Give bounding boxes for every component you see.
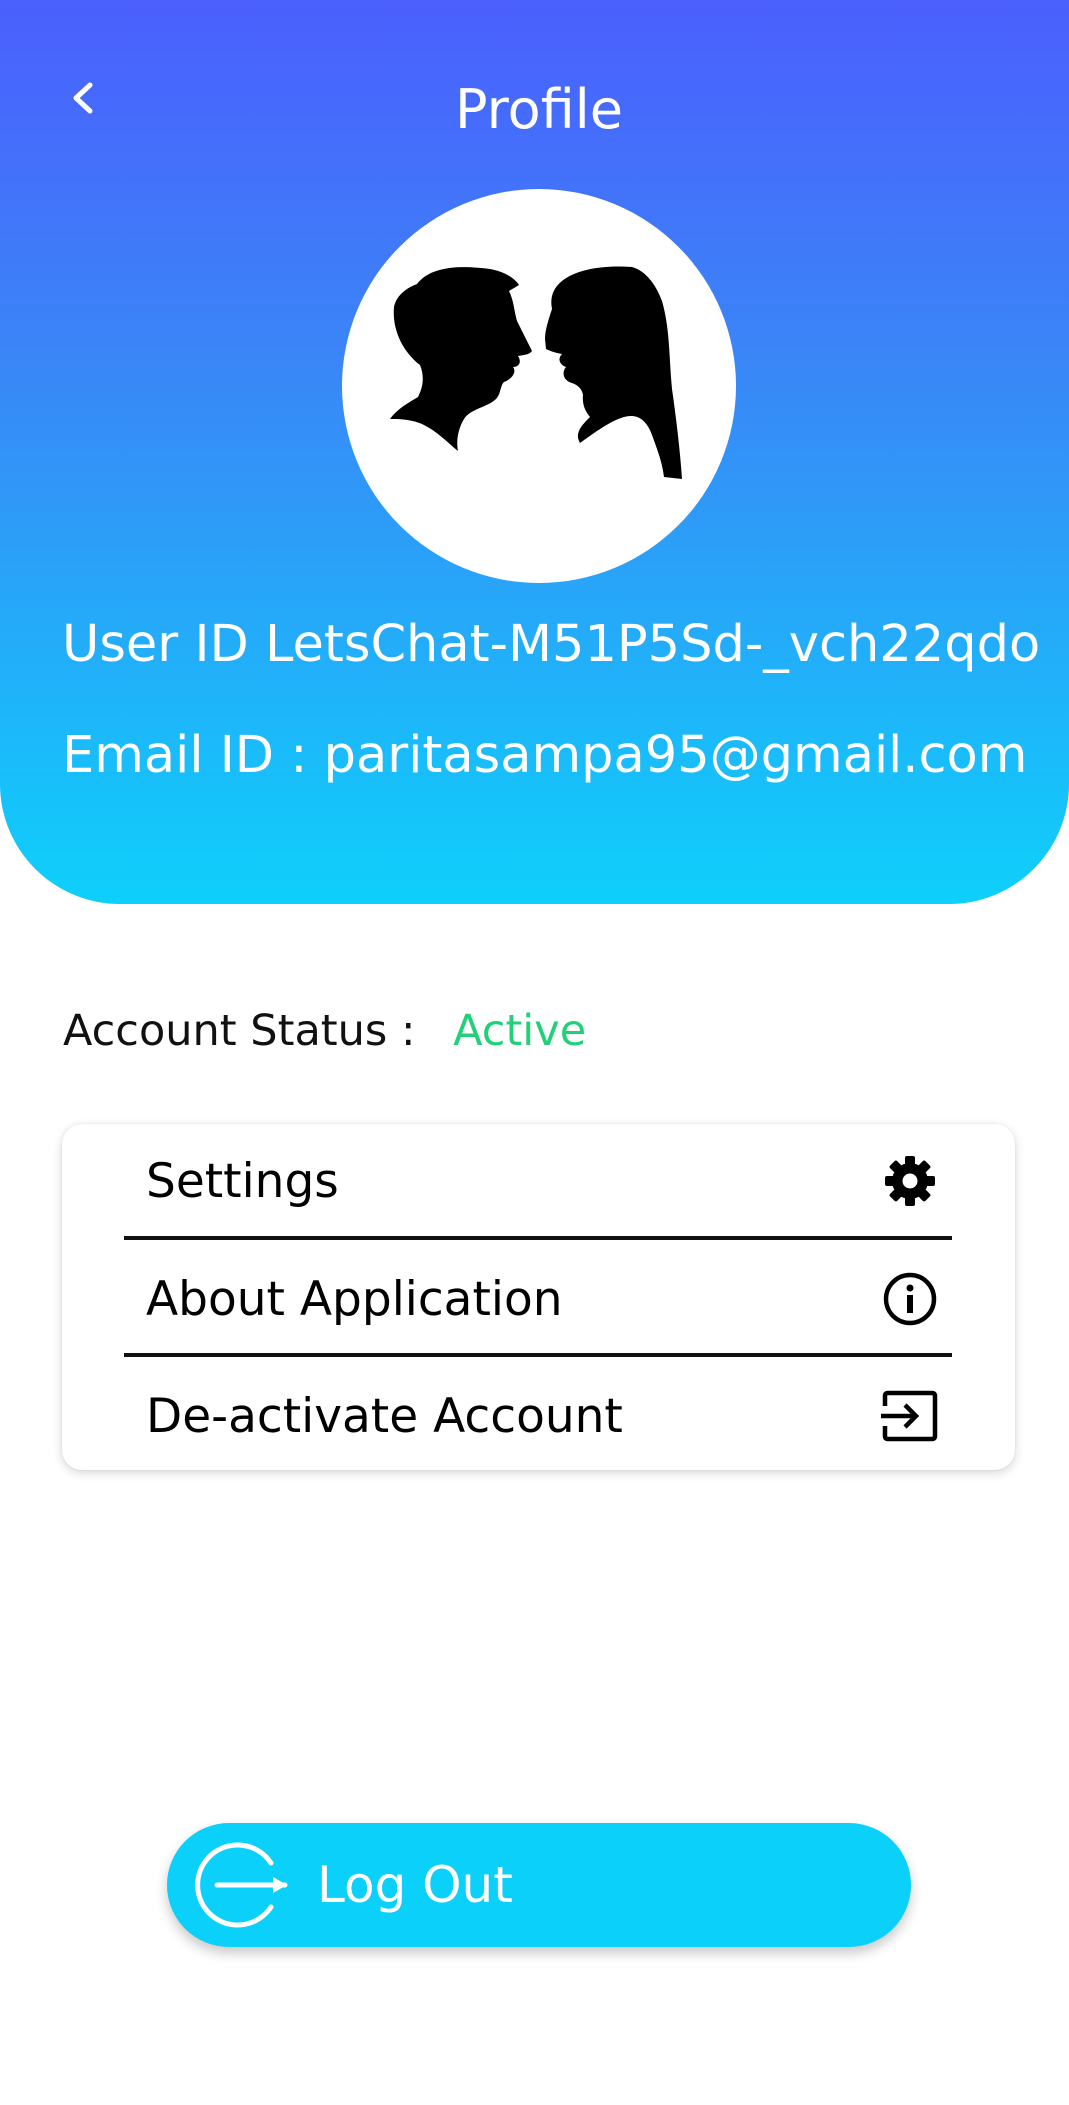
menu-card: Settings About Application De-activate A… <box>62 1124 1015 1470</box>
deactivate-account-menu-item[interactable]: De-activate Account <box>124 1359 952 1473</box>
account-status-label: Account Status : <box>63 1006 416 1056</box>
user-id-text: User ID LetsChat-M51P5Sd-_vch22qdo <box>62 615 1041 674</box>
couple-silhouette-avatar <box>390 266 682 479</box>
profile-header: Profile User ID LetsChat-M51P5Sd-_vch22q… <box>0 0 1069 904</box>
account-status: Account Status : Active <box>63 1003 586 1059</box>
settings-menu-item[interactable]: Settings <box>124 1124 952 1238</box>
avatar[interactable] <box>342 189 736 583</box>
email-text: Email ID : paritasampa95@gmail.com <box>62 726 1028 785</box>
gear-icon <box>880 1151 940 1211</box>
about-application-label: About Application <box>146 1271 563 1327</box>
about-application-menu-item[interactable]: About Application <box>124 1242 952 1356</box>
info-icon <box>880 1269 940 1329</box>
exit-to-app-icon <box>880 1386 940 1446</box>
menu-divider <box>124 1353 952 1357</box>
logout-button[interactable]: Log Out <box>167 1823 911 1947</box>
account-status-value: Active <box>453 1006 587 1056</box>
logout-label: Log Out <box>317 1856 513 1914</box>
deactivate-account-label: De-activate Account <box>146 1388 623 1444</box>
page-title: Profile <box>455 78 623 141</box>
settings-label: Settings <box>146 1153 339 1209</box>
menu-divider <box>124 1236 952 1240</box>
logout-icon <box>195 1842 288 1928</box>
